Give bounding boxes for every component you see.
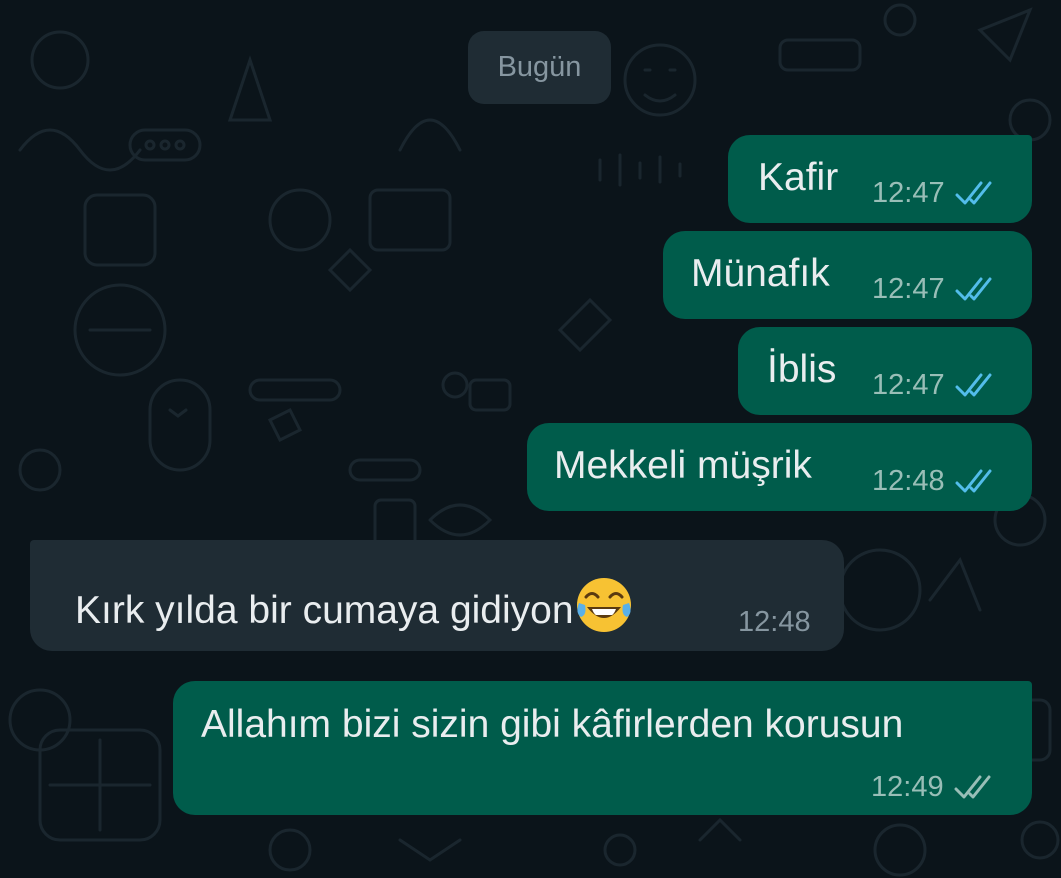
- message-meta: 12:48: [738, 606, 811, 639]
- double-check-gray-icon: [954, 775, 996, 801]
- message-time: 12:48: [872, 465, 945, 497]
- message-bubble-outgoing[interactable]: Kafir 12:47: [728, 135, 1032, 223]
- message-meta: 12:49: [871, 771, 996, 804]
- message-meta: 12:48: [872, 465, 997, 498]
- message-meta: 12:47: [872, 273, 997, 306]
- message-time: 12:47: [872, 177, 945, 209]
- message-text: Kırk yılda bir cumaya gidiyon: [75, 575, 634, 635]
- double-check-blue-icon: [955, 373, 997, 399]
- message-text: Kafir: [758, 156, 839, 199]
- message-time: 12:48: [738, 606, 811, 638]
- face-with-tears-of-joy-icon: [576, 578, 631, 632]
- message-bubble-incoming[interactable]: Kırk yılda bir cumaya gidiyon 12:48: [30, 540, 844, 651]
- double-check-blue-icon: [955, 181, 997, 207]
- message-bubble-outgoing[interactable]: Mekkeli müşrik 12:48: [527, 423, 1032, 511]
- double-check-blue-icon: [955, 469, 997, 495]
- double-check-blue-icon: [955, 277, 997, 303]
- message-text: Mekkeli müşrik: [554, 444, 812, 487]
- date-separator: Bugün: [468, 31, 611, 104]
- date-label: Bugün: [497, 51, 582, 83]
- message-time: 12:49: [871, 771, 944, 803]
- message-bubble-outgoing[interactable]: Allahım bizi sizin gibi kâfirlerden koru…: [173, 681, 1032, 815]
- message-bubble-outgoing[interactable]: İblis 12:47: [738, 327, 1032, 415]
- message-time: 12:47: [872, 273, 945, 305]
- message-meta: 12:47: [872, 369, 997, 402]
- message-text: İblis: [767, 348, 837, 391]
- message-time: 12:47: [872, 369, 945, 401]
- message-text: Münafık: [691, 252, 830, 295]
- message-text: Allahım bizi sizin gibi kâfirlerden koru…: [201, 703, 904, 746]
- message-text-content: Kırk yılda bir cumaya gidiyon: [75, 589, 574, 632]
- message-bubble-outgoing[interactable]: Münafık 12:47: [663, 231, 1032, 319]
- message-meta: 12:47: [872, 177, 997, 210]
